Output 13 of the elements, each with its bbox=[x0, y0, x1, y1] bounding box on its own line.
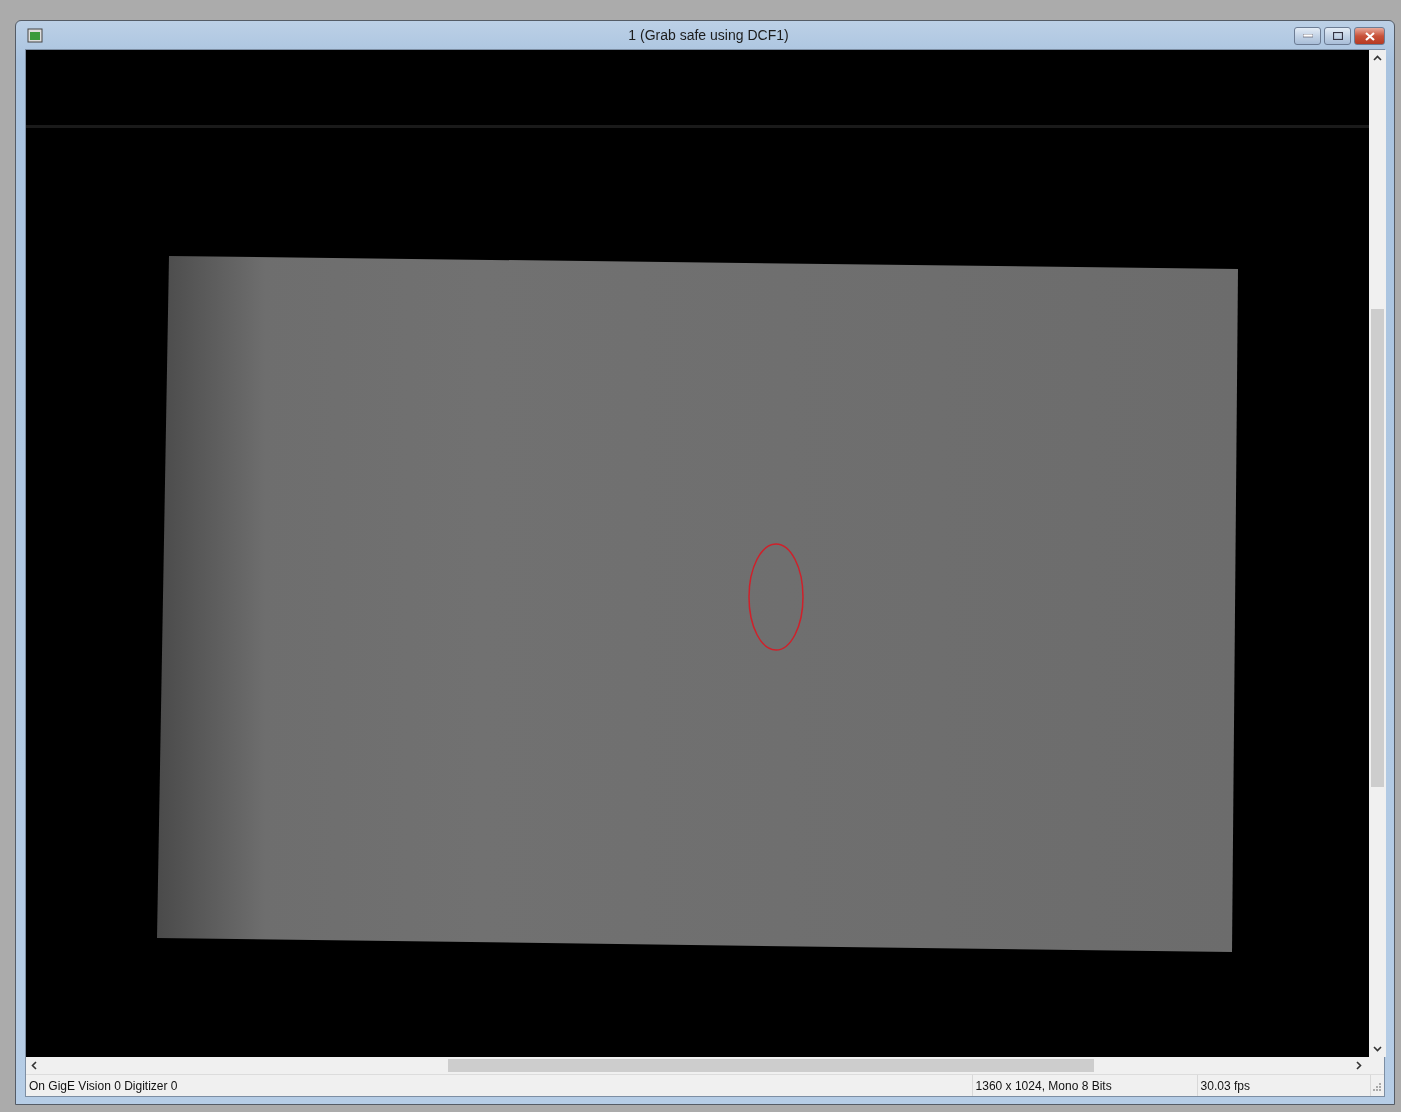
maximize-button[interactable] bbox=[1324, 27, 1351, 45]
resize-grip-icon[interactable] bbox=[1371, 1080, 1381, 1091]
status-text: 30.03 fps bbox=[1197, 1075, 1372, 1096]
vertical-scrollbar[interactable] bbox=[1369, 50, 1386, 1057]
window-title: 1 (Grab safe using DCF1) bbox=[627, 27, 790, 43]
minimize-icon bbox=[1302, 34, 1313, 38]
app-icon bbox=[27, 27, 43, 43]
status-text: 1360 x 1024, Mono 8 Bits bbox=[972, 1075, 1198, 1096]
maximize-icon bbox=[1332, 32, 1343, 40]
close-button[interactable] bbox=[1354, 27, 1385, 45]
minimize-button[interactable] bbox=[1294, 27, 1321, 45]
status-text: On GigE Vision 0 Digitizer 0 bbox=[26, 1075, 973, 1096]
close-icon bbox=[1364, 31, 1375, 41]
